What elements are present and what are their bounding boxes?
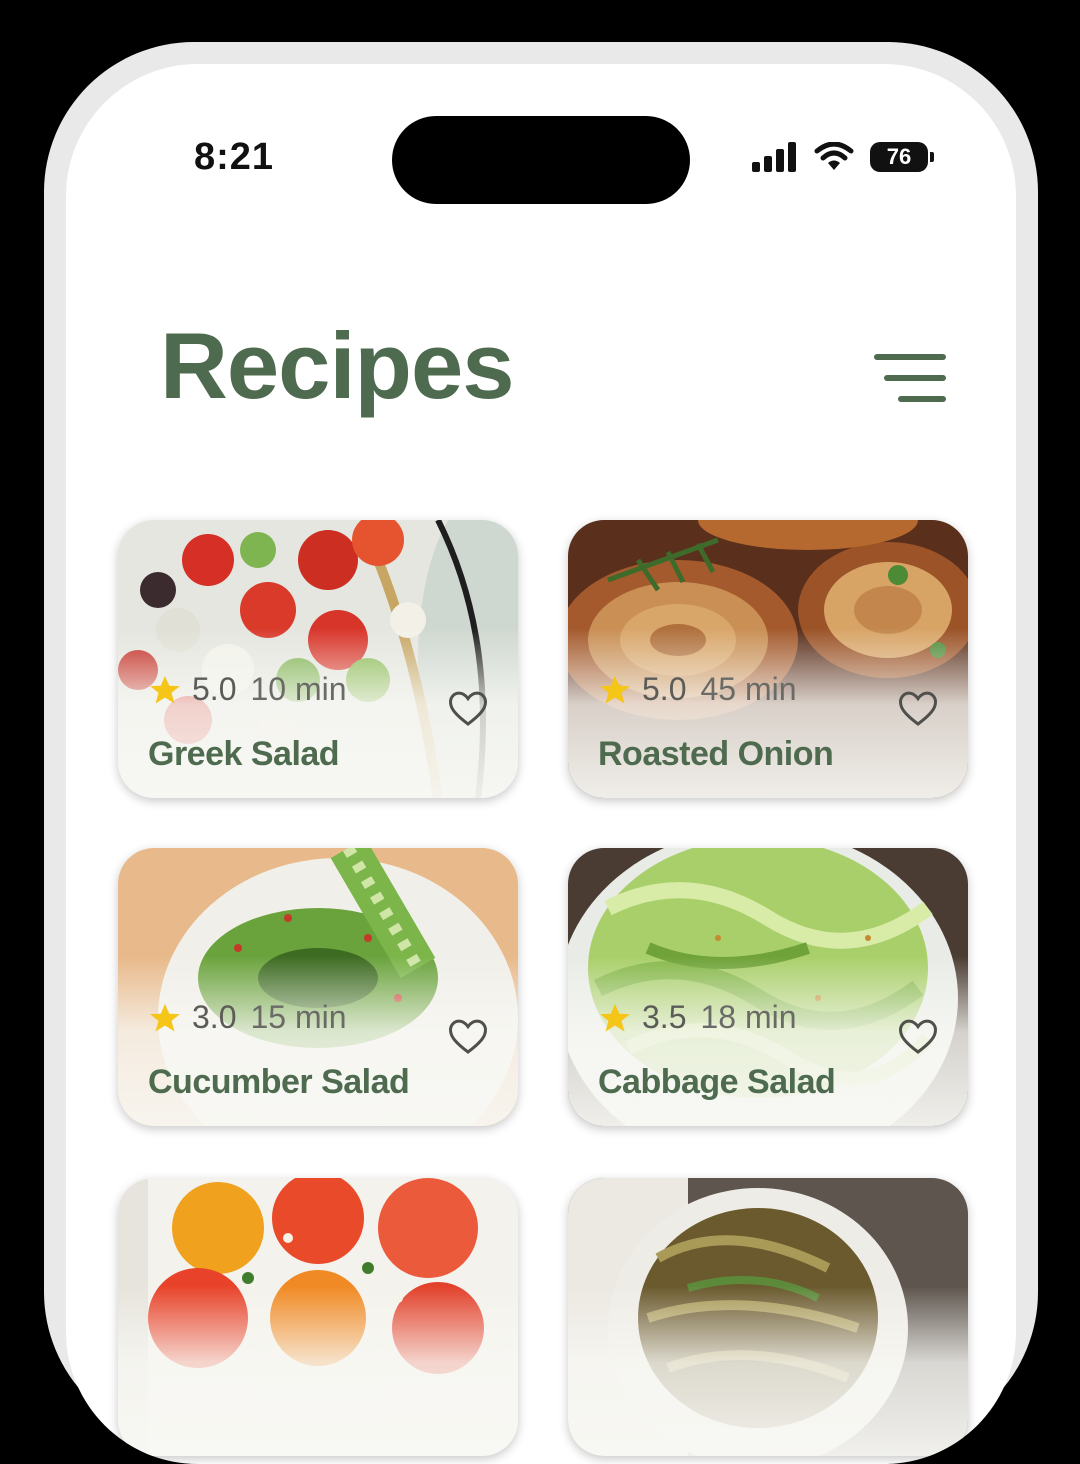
hamburger-menu-icon[interactable] (870, 354, 946, 404)
recipe-title: Roasted Onion (598, 735, 834, 773)
recipe-rating: 5.0 (642, 671, 687, 707)
star-icon (600, 1003, 630, 1031)
recipe-title: Greek Salad (148, 735, 340, 773)
recipe-rating: 3.0 (192, 999, 237, 1035)
phone-frame: 8:21 76 Recipes 5.0 10 min Greek Salad 5… (44, 42, 1038, 1464)
recipe-time: 18 min (700, 999, 797, 1035)
recipe-time: 10 min (250, 671, 347, 707)
recipe-meta: 5.0 10 min (148, 671, 347, 708)
recipe-title: Cucumber Salad (148, 1063, 410, 1101)
recipe-card-cabbage-salad[interactable]: 3.5 18 min Cabbage Salad (568, 848, 968, 1126)
recipe-rating: 5.0 (192, 671, 237, 707)
page-title: Recipes (160, 313, 515, 418)
recipe-time: 45 min (700, 671, 797, 707)
recipe-meta: 3.0 15 min (148, 999, 347, 1036)
battery-icon: 76 (870, 142, 934, 172)
heart-outline-icon[interactable] (898, 1018, 938, 1056)
cellular-signal-icon (752, 142, 796, 172)
status-time: 8:21 (194, 136, 275, 178)
battery-level: 76 (870, 142, 928, 172)
recipe-card-roasted-onion[interactable]: 5.0 45 min Roasted Onion (568, 520, 968, 798)
star-icon (600, 675, 630, 703)
recipe-time: 15 min (250, 999, 347, 1035)
recipe-meta: 3.5 18 min (598, 999, 797, 1036)
heart-outline-icon[interactable] (448, 690, 488, 728)
recipe-card-partial[interactable] (118, 1178, 518, 1456)
star-icon (150, 675, 180, 703)
wifi-icon (814, 142, 854, 170)
app-screen: 8:21 76 Recipes 5.0 10 min Greek Salad 5… (66, 64, 1016, 1464)
status-icons: 76 (752, 142, 934, 172)
recipe-rating: 3.5 (642, 999, 687, 1035)
dynamic-island (392, 116, 690, 204)
recipe-card-cucumber-salad[interactable]: 3.0 15 min Cucumber Salad (118, 848, 518, 1126)
recipe-title: Cabbage Salad (598, 1063, 836, 1101)
star-icon (150, 1003, 180, 1031)
heart-outline-icon[interactable] (448, 1018, 488, 1056)
recipe-meta: 5.0 45 min (598, 671, 797, 708)
recipe-card-partial[interactable] (568, 1178, 968, 1456)
heart-outline-icon[interactable] (898, 690, 938, 728)
recipe-card-greek-salad[interactable]: 5.0 10 min Greek Salad (118, 520, 518, 798)
